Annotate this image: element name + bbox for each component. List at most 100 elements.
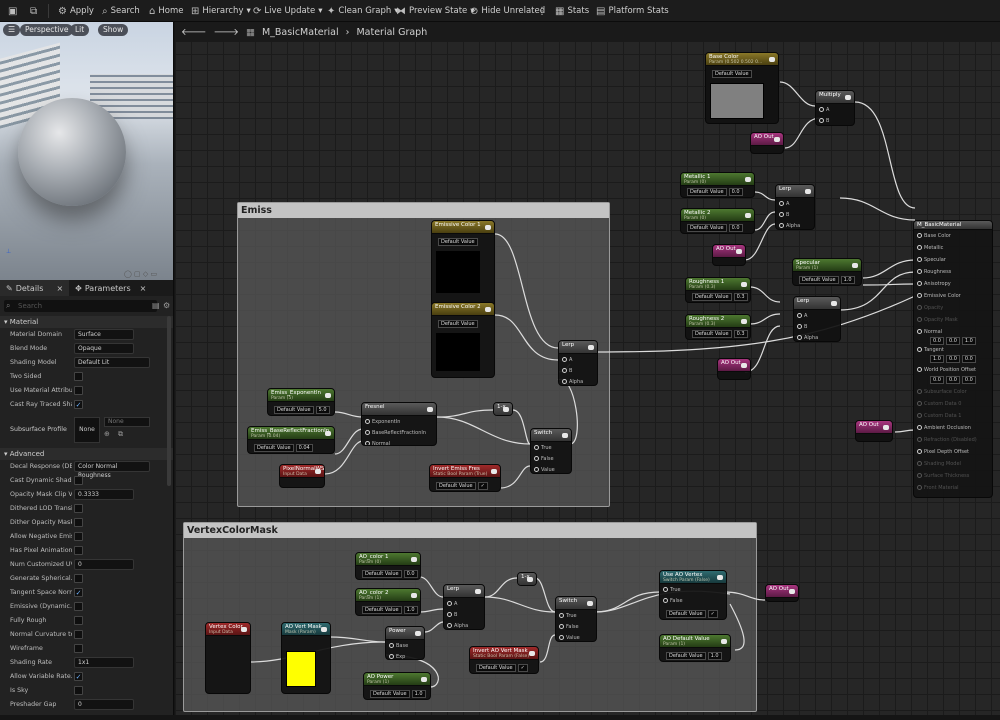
apply-button[interactable]: ⚙ Apply (58, 0, 94, 22)
property-checkbox[interactable]: ✓ (74, 588, 83, 597)
output-pin-icon[interactable] (427, 407, 433, 412)
property-value[interactable]: 0 (74, 559, 134, 570)
hierarchy-button[interactable]: ⊞ Hierarchy ▾ (191, 0, 251, 22)
node-lerp-r[interactable]: Lerp A B Alpha (793, 296, 841, 342)
node-inv-e[interactable]: Invert Emiss Fres Static Bool Param (True… (429, 464, 501, 492)
property-value[interactable]: Default Lit (74, 357, 150, 368)
output-pin-icon[interactable] (741, 363, 747, 368)
property-value[interactable]: Color Normal Roughness (74, 461, 150, 479)
output-pin-icon[interactable] (485, 225, 491, 230)
property-checkbox[interactable] (74, 630, 83, 639)
node-rough2[interactable]: Roughness 2 Param (0.3) Default Value 0.3 (685, 314, 751, 340)
node-result-material[interactable]: M_BasicMaterial Base Color Metallic Specula… (913, 220, 993, 498)
vector-component[interactable]: 0.0 (930, 337, 944, 345)
result-pin[interactable]: Metallic (917, 245, 943, 251)
perspective-button[interactable]: Perspective (20, 24, 74, 36)
input-pin[interactable]: A (562, 357, 572, 363)
result-pin[interactable]: Tangent (917, 347, 944, 353)
vector-component[interactable]: 0.0 (945, 337, 960, 345)
output-pin-icon[interactable] (315, 469, 321, 474)
vector-component[interactable]: 1.0 (930, 355, 944, 363)
output-pin-icon[interactable] (562, 433, 568, 438)
result-pin[interactable]: Refraction (Disabled) (917, 437, 977, 443)
node-one-minus2[interactable]: 1-x (517, 572, 537, 586)
output-pin-icon[interactable] (415, 631, 421, 636)
vector-default-field[interactable]: 0.0 0.0 0.0 (928, 376, 976, 384)
input-pin[interactable]: True (534, 445, 552, 451)
output-pin-icon[interactable] (721, 639, 727, 644)
result-pin[interactable]: Shading Model (917, 461, 961, 467)
node-ao-out-2[interactable]: AO Out (712, 244, 746, 266)
property-checkbox[interactable] (74, 476, 83, 485)
output-pin-icon[interactable] (527, 577, 533, 582)
input-pin[interactable]: Exp (389, 654, 405, 659)
hide-unrelated-button[interactable]: ⊘ Hide Unrelated (470, 0, 545, 22)
default-value-checkbox[interactable]: ✓ (477, 482, 488, 490)
result-pin[interactable]: Emissive Color (917, 293, 961, 299)
output-pin-icon[interactable] (411, 557, 417, 562)
property-checkbox[interactable] (74, 532, 83, 541)
default-value-field[interactable]: 1.0 (403, 606, 418, 614)
input-pin[interactable]: A (797, 313, 807, 319)
node-avm[interactable]: AO Vert Mask Mask (Param) (281, 622, 331, 694)
node-exp[interactable]: Emiss_Exponentln Param (5) Default Value 5.… (267, 388, 335, 416)
result-pin[interactable]: Custom Data 0 (917, 401, 961, 407)
vector-component[interactable]: 0.0 (961, 376, 976, 384)
node-base-color[interactable]: Base Color Param (0.502 0.502 0... Default… (705, 52, 779, 124)
vector-component[interactable]: 1.0 (961, 337, 976, 345)
input-pin[interactable]: Alpha (797, 335, 818, 341)
vector-component[interactable]: 0.0 (961, 355, 976, 363)
close-icon[interactable]: × (140, 284, 147, 293)
default-value-field[interactable]: 0.3 (733, 330, 748, 338)
browse-icon[interactable]: ⧉ (118, 430, 123, 439)
input-pin[interactable]: False (663, 598, 683, 604)
live-update-button[interactable]: ⟳ Live Update ▾ (253, 0, 323, 22)
default-value-field[interactable]: 0.0 (728, 188, 743, 196)
search-button[interactable]: ⌕ Search (102, 0, 140, 22)
node-lerp-m[interactable]: Lerp A B Alpha (775, 184, 815, 230)
property-value[interactable]: Surface (74, 329, 134, 340)
breadcrumb-material[interactable]: M_BasicMaterial (262, 27, 339, 38)
vector-component[interactable]: 0.0 (945, 376, 960, 384)
node-metallic1[interactable]: Metallic 1 Param (0) Default Value 0.0 (680, 172, 755, 198)
vector-default-field[interactable]: 0.0 0.0 1.0 (928, 337, 976, 345)
result-pin[interactable]: World Position Offset (917, 367, 976, 373)
node-lerp-v[interactable]: Lerp A B Alpha (443, 584, 485, 630)
material-graph-canvas[interactable]: Emiss VertexColorMask Base Color Param (… (175, 22, 1000, 715)
tab-details[interactable]: ✎ Details × (0, 280, 70, 296)
vector-default-field[interactable]: 1.0 0.0 0.0 (928, 355, 976, 363)
result-pin[interactable]: Opacity Mask (917, 317, 958, 323)
node-ao-out-3[interactable]: AO Out (717, 358, 751, 380)
output-pin-icon[interactable] (789, 589, 795, 594)
node-rough1[interactable]: Roughness 1 Param (0.3) Default Value 0.3 (685, 277, 751, 303)
back-arrow-icon[interactable]: 🡐 (181, 27, 206, 38)
node-ao-out-v[interactable]: AO Out (765, 584, 799, 602)
preview-state-button[interactable]: ⧓ Preview State ▾ (396, 0, 475, 22)
output-pin-icon[interactable] (883, 425, 889, 430)
node-specular[interactable]: Specular Param (1) Default Value 1.0 (792, 258, 862, 286)
input-pin[interactable]: A (779, 201, 789, 207)
result-pin[interactable]: Subsurface Color (917, 389, 967, 395)
output-pin-icon[interactable] (831, 301, 837, 306)
result-pin[interactable]: Anisotropy (917, 281, 951, 287)
result-pin[interactable]: Base Color (917, 233, 951, 239)
input-pin[interactable]: BaseReflectFractionIn (365, 430, 426, 436)
input-pin[interactable]: B (562, 368, 572, 374)
property-checkbox[interactable] (74, 644, 83, 653)
output-pin-icon[interactable] (741, 319, 747, 324)
category-advanced[interactable]: ▾ Advanced (0, 448, 173, 460)
more-options-icon[interactable]: ⋮ (537, 0, 547, 22)
output-pin-icon[interactable] (805, 189, 811, 194)
result-pin[interactable]: Surface Thickness (917, 473, 969, 479)
input-pin[interactable]: A (819, 107, 829, 113)
output-pin-icon[interactable] (717, 575, 723, 580)
default-value-field[interactable]: 0.0 (728, 224, 743, 232)
property-checkbox[interactable] (74, 386, 83, 395)
output-pin-icon[interactable] (491, 469, 497, 474)
close-icon[interactable]: × (56, 284, 63, 293)
output-pin-icon[interactable] (421, 677, 427, 682)
input-pin[interactable]: A (447, 601, 457, 607)
output-pin-icon[interactable] (852, 263, 858, 268)
show-button[interactable]: Show (98, 24, 129, 36)
output-pin-icon[interactable] (769, 57, 775, 62)
